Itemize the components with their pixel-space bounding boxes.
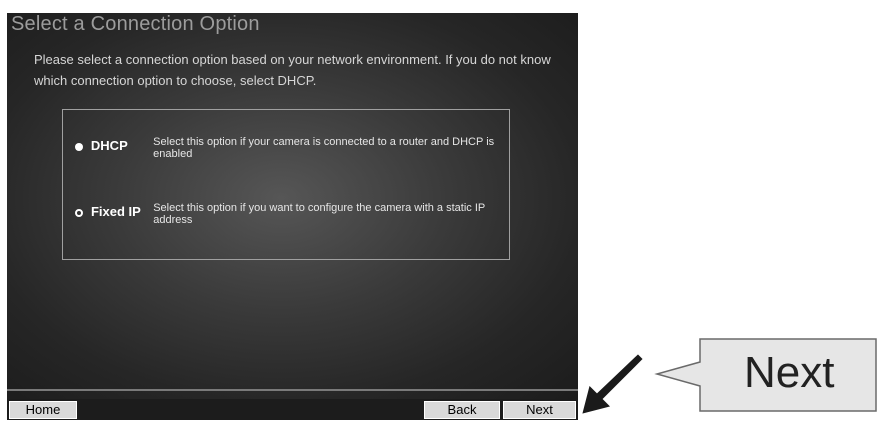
instructions-text: Please select a connection option based … (34, 52, 551, 88)
next-button[interactable]: Next (503, 401, 576, 419)
callout-label: Next (744, 348, 835, 397)
home-button[interactable]: Home (9, 401, 77, 419)
footer-divider (7, 389, 578, 391)
option-fixed-ip[interactable]: Fixed IP Select this option if you want … (63, 202, 509, 226)
connection-options-group: DHCP Select this option if your camera i… (62, 109, 510, 260)
back-button[interactable]: Back (424, 401, 500, 419)
fixed-ip-radio-button[interactable] (75, 209, 83, 217)
wizard-panel: Select a Connection Option Please select… (7, 13, 578, 399)
fixed-ip-label[interactable]: Fixed IP (91, 204, 153, 219)
dhcp-radio-button[interactable] (75, 143, 83, 151)
dhcp-description: Select this option if your camera is con… (153, 136, 495, 160)
option-dhcp[interactable]: DHCP Select this option if your camera i… (63, 136, 509, 160)
dhcp-label[interactable]: DHCP (91, 138, 153, 153)
pointer-arrow-icon (579, 351, 646, 417)
page-title: Select a Connection Option (11, 13, 260, 35)
fixed-ip-description: Select this option if you want to config… (153, 202, 486, 226)
